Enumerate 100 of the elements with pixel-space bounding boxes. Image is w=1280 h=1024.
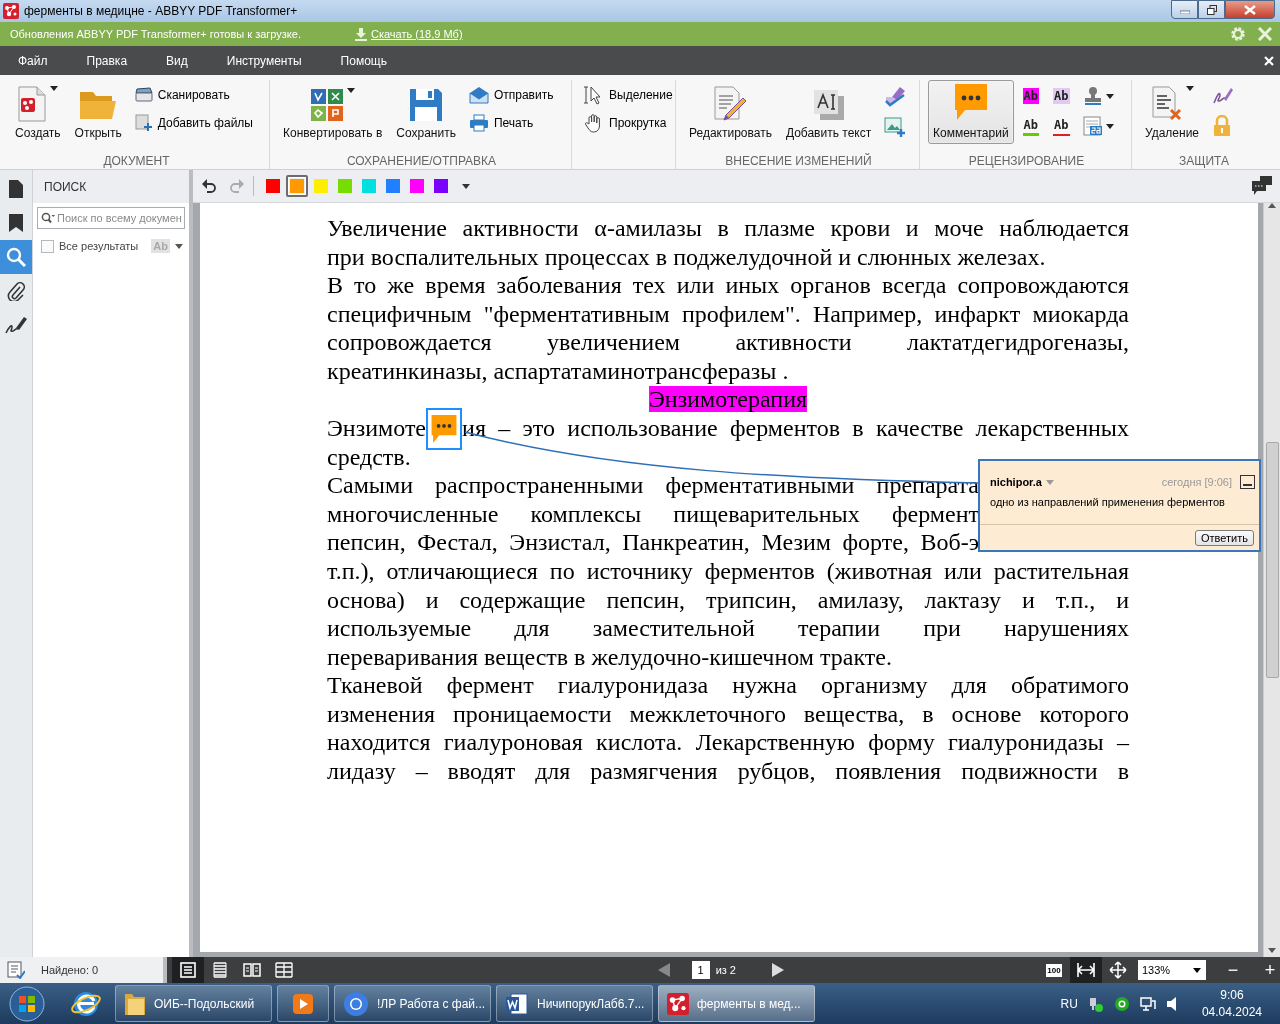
text-line: Увеличение активности α-амилазы в плазме крови и моче наблюдается bbox=[327, 215, 1129, 241]
reply-button[interactable]: Ответить bbox=[1194, 530, 1254, 546]
envelope-icon bbox=[468, 86, 489, 104]
zoom-mode-button[interactable] bbox=[1070, 957, 1102, 983]
update-message: Обновления ABBYY PDF Transformer+ готовы к загрузке. bbox=[10, 28, 302, 40]
new-document-icon bbox=[17, 86, 48, 122]
text-line: пепсин, Фестал, Энзистал, Панкреатин, Мезим форте, Воб-э bbox=[327, 529, 979, 556]
single-page-icon bbox=[179, 962, 196, 978]
minimize-button[interactable] bbox=[1171, 0, 1198, 19]
text-box-icon bbox=[811, 88, 846, 122]
toolbar-button[interactable]: Конвертировать в bbox=[278, 80, 388, 144]
printer-icon bbox=[468, 114, 489, 132]
colored-tiles-icon bbox=[310, 88, 345, 122]
toolbar-button[interactable]: Удаление bbox=[1140, 80, 1205, 144]
network-icon[interactable] bbox=[1087, 995, 1104, 1012]
monitor-icon[interactable] bbox=[1139, 995, 1156, 1012]
text-line: изменения проницаемости межклеточного вещества, в основе которого bbox=[327, 700, 1129, 727]
page-count: из 2 bbox=[715, 964, 736, 976]
calendar-icon bbox=[1082, 116, 1103, 136]
text-line: Самыми распространенными ферментативными препарата bbox=[327, 472, 979, 499]
previous-page-icon[interactable] bbox=[657, 963, 670, 977]
caret-icon bbox=[1185, 86, 1194, 91]
media-player-icon[interactable] bbox=[291, 991, 315, 1016]
menu-item[interactable]: Файл bbox=[8, 49, 58, 72]
clock[interactable]: 9:06 04.04.2024 bbox=[1201, 988, 1262, 1019]
menu-item[interactable]: Инструменты bbox=[216, 49, 312, 72]
text-line: переваривания веществ в желудочно-кишечном тракте. bbox=[327, 643, 892, 670]
toolbar-button[interactable]: Добавить текст bbox=[780, 80, 877, 144]
menu-item[interactable]: Правка bbox=[76, 49, 138, 72]
two-pages-icon bbox=[242, 962, 261, 978]
toolbar-button[interactable]: Выделение bbox=[580, 84, 677, 106]
text-line: ия – это использование ферментов в качестве лекарственных bbox=[462, 415, 1129, 442]
page-icon[interactable] bbox=[9, 180, 23, 198]
toolbar-button[interactable]: Отправить bbox=[464, 84, 558, 106]
caret-icon bbox=[462, 183, 470, 189]
toolbar-button[interactable]: Сканировать bbox=[130, 84, 257, 106]
scroll-down-icon bbox=[1268, 948, 1276, 953]
scrollbar-thumb[interactable] bbox=[1265, 442, 1279, 678]
group-title: ЗАЩИТА bbox=[1178, 153, 1230, 168]
search-icon[interactable] bbox=[6, 247, 26, 267]
minimize-button[interactable] bbox=[1240, 475, 1255, 489]
fit-page-icon bbox=[1109, 961, 1127, 979]
text-markup-button[interactable]: Ab bbox=[1048, 84, 1075, 108]
bookmark-icon[interactable] bbox=[9, 214, 23, 232]
highlighted-heading: Энзимотерапия bbox=[648, 386, 808, 413]
comment-note-icon[interactable] bbox=[426, 407, 463, 450]
toolbar-button[interactable]: Открыть bbox=[69, 80, 127, 144]
panel-title: ПОИСК bbox=[44, 179, 87, 194]
text-markup-button[interactable]: Ab bbox=[1017, 114, 1045, 138]
taskbar-button[interactable]: !ЛР Работа с фай... bbox=[334, 985, 491, 1022]
color-swatch[interactable] bbox=[286, 175, 308, 197]
zoom-dropdown[interactable]: 133% bbox=[1138, 960, 1206, 980]
taskbar-button[interactable] bbox=[277, 985, 329, 1022]
start-orb-icon[interactable] bbox=[8, 984, 46, 1023]
signature-pen-icon[interactable] bbox=[5, 315, 27, 335]
group-title: ДОКУМЕНТ bbox=[103, 153, 170, 168]
caret-icon bbox=[1193, 967, 1201, 973]
lock-icon bbox=[1212, 115, 1233, 137]
text-line: креатинкиназы, аспартатаминотрансферазы . bbox=[327, 357, 789, 384]
undo-icon[interactable] bbox=[201, 178, 217, 194]
app-logo-icon bbox=[3, 3, 19, 19]
text-line: т.п.), отличающиеся по источнику ферментов (животная или растительная bbox=[327, 557, 1129, 584]
page-number-field[interactable]: 1 bbox=[691, 961, 710, 979]
toolbar-button[interactable]: Добавить файлы bbox=[130, 112, 257, 134]
toolbar-button[interactable]: Редактировать bbox=[684, 80, 777, 144]
caret-icon bbox=[50, 86, 59, 91]
text-markup-button[interactable]: Ab bbox=[1017, 84, 1045, 108]
zoom-mode-button[interactable]: 100 bbox=[1038, 957, 1070, 983]
scrollbar[interactable] bbox=[1263, 203, 1280, 957]
zoom-out-button[interactable]: − bbox=[1223, 959, 1243, 981]
taskbar-button[interactable]: ОИБ--Подольский bbox=[115, 985, 272, 1022]
view-mode-button[interactable] bbox=[171, 957, 204, 983]
shield-icon[interactable] bbox=[1113, 995, 1130, 1012]
zoom-in-button[interactable]: + bbox=[1260, 959, 1280, 981]
toolbar-button[interactable]: Создать bbox=[10, 80, 66, 144]
add-file-icon bbox=[134, 114, 153, 132]
checkbox[interactable] bbox=[41, 239, 54, 253]
toolbar-button[interactable]: Комментарий bbox=[928, 80, 1014, 144]
app-logo-icon bbox=[667, 992, 689, 1015]
toolbar-button[interactable]: Прокрутка bbox=[580, 112, 677, 134]
restore-button[interactable] bbox=[1198, 0, 1225, 19]
language-indicator[interactable]: RU bbox=[1060, 996, 1078, 1011]
next-page-icon[interactable] bbox=[772, 963, 784, 977]
search-icon bbox=[41, 212, 55, 224]
toolbar-button[interactable]: Сохранить bbox=[391, 80, 461, 144]
comments-panel-icon[interactable] bbox=[1252, 176, 1272, 196]
minimize-icon bbox=[1243, 484, 1252, 486]
text-markup-button[interactable]: Ab bbox=[1048, 114, 1075, 138]
menu-item[interactable]: Вид bbox=[156, 49, 198, 72]
add-image-icon bbox=[884, 115, 907, 137]
window-title: ферменты в медицне - ABBYY PDF Transformer+ bbox=[24, 4, 299, 18]
taskbar-button[interactable]: НичипорукЛаб6.7... bbox=[496, 985, 653, 1022]
toolbar-button[interactable]: Печать bbox=[464, 112, 558, 134]
stamp-icon bbox=[1082, 86, 1103, 106]
close-button[interactable] bbox=[1225, 0, 1275, 19]
text-line: средств. bbox=[327, 443, 411, 470]
menu-item[interactable]: Помощь bbox=[330, 49, 397, 72]
paperclip-icon[interactable] bbox=[7, 281, 25, 301]
search-field[interactable]: Поиск по всему докумен bbox=[37, 207, 185, 229]
two-pages-continuous-icon bbox=[274, 962, 293, 978]
